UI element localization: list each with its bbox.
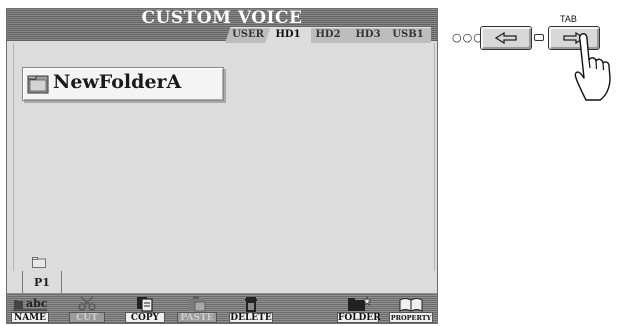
folder-label: FOLDER — [337, 312, 381, 323]
folder-item-newfoldera[interactable]: NewFolderA — [22, 67, 224, 101]
drive-tabs: USER HD1 HD2 HD3 USB1 — [225, 27, 431, 43]
left-arrow-icon — [494, 31, 517, 45]
tab-usb1[interactable]: USB1 — [385, 27, 431, 43]
scissors-icon — [78, 296, 96, 311]
delete-label: DELETE — [229, 312, 273, 323]
copy-label: COPY — [125, 312, 165, 323]
cut-button[interactable]: CUT — [69, 296, 105, 323]
small-folder-icon — [32, 257, 46, 268]
lcd-screen: CUSTOM VOICE USER HD1 HD2 HD3 USB1 NewFo… — [6, 8, 438, 324]
file-list-area: NewFolderA P1 UP — [13, 43, 435, 323]
property-label: PROPERTY — [389, 312, 433, 323]
property-button[interactable]: PROPERTY — [389, 296, 433, 323]
trash-icon — [245, 297, 257, 312]
copy-button[interactable]: COPY — [125, 296, 165, 323]
cut-label: CUT — [69, 312, 105, 323]
paste-button[interactable]: PASTE — [177, 296, 217, 323]
paste-label: PASTE — [177, 312, 217, 323]
property-icon — [399, 298, 423, 312]
tab-button-panel: TAB ○○○ — [452, 14, 618, 114]
tab-left-button[interactable] — [480, 26, 532, 50]
folder-icon — [27, 75, 49, 94]
paste-icon — [189, 296, 206, 312]
delete-button[interactable]: DELETE — [229, 296, 273, 323]
tab-caption: TAB — [560, 14, 577, 24]
copy-icon — [137, 297, 153, 312]
name-icon: abc — [13, 296, 48, 312]
name-button[interactable]: abc NAME — [11, 296, 49, 323]
folder-name: NewFolderA — [53, 71, 182, 93]
title-bar: CUSTOM VOICE USER HD1 HD2 HD3 USB1 — [7, 8, 437, 43]
tab-hd1[interactable]: HD1 — [265, 27, 311, 43]
tab-led — [534, 34, 544, 41]
pointing-hand-icon — [574, 33, 611, 101]
screen-title: CUSTOM VOICE — [141, 8, 303, 28]
new-folder-icon — [348, 296, 371, 311]
function-bar: abc NAME CUT COPY PASTE DELETE FOLDER PR… — [7, 293, 437, 323]
new-folder-button[interactable]: FOLDER — [337, 296, 381, 323]
name-label: NAME — [11, 312, 49, 323]
name-icon-text: abc — [26, 297, 48, 310]
page-label: P1 — [34, 276, 50, 289]
